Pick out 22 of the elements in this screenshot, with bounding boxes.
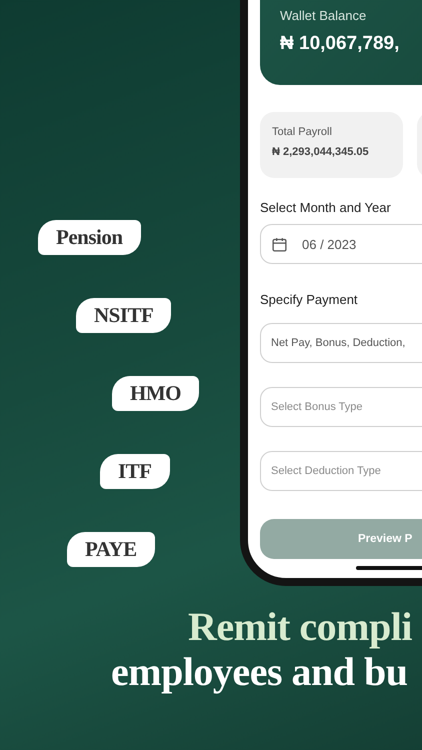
select-field[interactable]: Select Deduction Type: [260, 451, 422, 491]
wallet-label: Wallet Balance: [280, 8, 368, 23]
wallet-amount: ₦ 10,067,789,: [280, 33, 400, 55]
field-placeholder: Select Deduction Type: [271, 465, 381, 477]
select-field[interactable]: Net Pay, Bonus, Deduction,: [260, 323, 422, 363]
calendar-icon: [271, 236, 288, 252]
tag-label: HMO: [112, 376, 199, 411]
field-label: Select Month and Year: [260, 200, 392, 215]
headline-text: Remit compli: [188, 604, 412, 649]
headline-text: employees and bu: [111, 649, 408, 694]
field-value: Net Pay, Bonus, Deduction,: [271, 337, 406, 349]
field-label: Specify Payment: [260, 292, 359, 307]
tag-label: PAYE: [67, 532, 155, 567]
tag-label: NSITF: [76, 298, 172, 333]
tag-label: ITF: [100, 454, 170, 489]
date-field[interactable]: 06 / 2023: [260, 224, 422, 264]
card-value: ₦ 2,293,044,345.05: [272, 146, 370, 158]
select-field[interactable]: Select Bonus Type: [260, 387, 422, 427]
tag-label: Pension: [38, 220, 141, 255]
date-value: 06 / 2023: [302, 236, 356, 252]
card-label: Total Payroll: [272, 126, 333, 138]
field-placeholder: Select Bonus Type: [271, 401, 363, 413]
